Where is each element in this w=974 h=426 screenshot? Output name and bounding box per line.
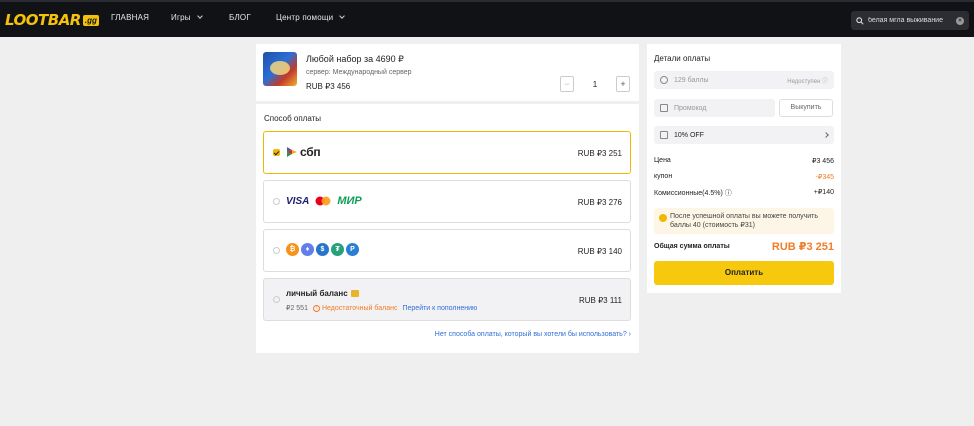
coupon-value: -₽345 <box>815 174 834 181</box>
warning-text: Недостаточный баланс <box>321 304 398 312</box>
balance-label-text: личный баланс <box>286 289 348 298</box>
coupon-label: купон <box>654 173 673 180</box>
crypto-coin-icon: P <box>346 243 359 256</box>
nav-games-label: Игры <box>171 13 191 22</box>
radio-checked-icon <box>273 149 280 156</box>
decrease-button[interactable]: − <box>560 76 574 92</box>
lootbar-logo[interactable]: LOOTBAR .gg <box>5 10 99 30</box>
bitcoin-icon: ₿ <box>286 243 299 256</box>
top-navigation-bar: LOOTBAR .gg ГЛАВНАЯ Игры БЛОГ Центр помо… <box>0 0 974 37</box>
coin-icon <box>659 214 667 222</box>
coupon-selector[interactable]: 10% OFF <box>654 126 834 144</box>
fee-label: Комиссионные(4.5%) ⓘ <box>654 190 732 197</box>
product-title: Любой набор за 4690 ₽ <box>306 54 404 64</box>
nav-blog[interactable]: БЛОГ <box>229 13 251 22</box>
price-value: ₽3 456 <box>812 158 834 165</box>
increase-button[interactable]: + <box>616 76 630 92</box>
chevron-down-icon <box>196 13 203 19</box>
clear-icon[interactable]: × <box>956 16 964 25</box>
sbp-icon <box>287 147 297 157</box>
radio-icon <box>273 247 280 254</box>
coupon-line: купон -₽345 <box>654 173 834 181</box>
promo-placeholder: Промокод <box>674 104 707 112</box>
sbp-text: сбп <box>300 145 321 159</box>
logo-badge: .gg <box>82 14 99 26</box>
other-payment-link[interactable]: Нет способа оплаты, который вы хотели бы… <box>435 331 631 338</box>
points-placeholder: 129 баллы <box>674 76 709 84</box>
quantity-stepper: − 1 + <box>560 76 630 92</box>
balance-info: ₽2 551 ! Недостаточный баланс Перейти к … <box>286 304 477 312</box>
chevron-right-icon <box>823 132 829 138</box>
redeem-button[interactable]: Выкупить <box>779 99 833 117</box>
method-amount: RUB ₽3 276 <box>577 198 622 207</box>
product-server: сервер: Международный сервер <box>306 69 412 76</box>
total-value: RUB ₽3 251 <box>771 241 834 253</box>
points-reward-info: После успешной оплаты вы можете получить… <box>654 208 834 234</box>
ticket-icon <box>660 104 668 112</box>
usdc-icon: $ <box>316 243 329 256</box>
logo-text: LOOTBAR <box>5 11 81 29</box>
payment-section-title: Способ оплаты <box>264 114 322 123</box>
warning-icon: ! <box>312 304 320 312</box>
points-status: Недоступен ⓘ <box>787 78 828 85</box>
nav-home-label: ГЛАВНАЯ <box>111 13 150 22</box>
coupon-icon <box>660 131 668 139</box>
crypto-logos: ₿ ♦ $ ₮ P <box>286 243 359 256</box>
nav-help-label: Центр помощи <box>276 13 334 22</box>
price-label: Цена <box>654 157 671 164</box>
radio-icon <box>273 198 280 205</box>
search-icon <box>856 16 864 25</box>
coupon-text: 10% OFF <box>674 131 704 139</box>
nav-blog-label: БЛОГ <box>229 13 251 22</box>
nav-games[interactable]: Игры <box>171 13 203 22</box>
total-label: Общая сумма оплаты <box>654 243 730 250</box>
total-line: Общая сумма оплаты RUB ₽3 251 <box>654 240 834 253</box>
card-logos: VISA МИР <box>286 195 362 207</box>
payment-method-sbp[interactable]: сбп RUB ₽3 251 <box>263 131 631 174</box>
ethereum-icon: ♦ <box>301 243 314 256</box>
pay-button[interactable]: Оплатить <box>654 261 834 285</box>
nav-home[interactable]: ГЛАВНАЯ <box>111 13 149 22</box>
balance-label: личный баланс <box>286 289 359 298</box>
payment-method-cards[interactable]: VISA МИР RUB ₽3 276 <box>263 180 631 223</box>
topup-link[interactable]: Перейти к пополнению <box>402 305 477 312</box>
mir-logo: МИР <box>337 195 362 207</box>
sbp-logo: сбп <box>286 145 321 159</box>
chevron-down-icon <box>339 13 346 19</box>
points-icon <box>660 76 668 84</box>
search-value: белая мгла выживание <box>868 17 943 24</box>
fee-value: +₽140 <box>813 189 834 196</box>
product-price: RUB ₽3 456 <box>306 82 351 91</box>
payment-method-crypto[interactable]: ₿ ♦ $ ₮ P RUB ₽3 140 <box>263 229 631 272</box>
method-amount: RUB ₽3 140 <box>577 247 622 256</box>
nav-help-center[interactable]: Центр помощи <box>276 13 346 22</box>
method-amount: RUB ₽3 251 <box>577 149 622 158</box>
payment-methods-panel: Способ оплаты сбп RUB ₽3 251 VISA МИР RU… <box>256 104 639 353</box>
tether-icon: ₮ <box>331 243 344 256</box>
method-amount: RUB ₽3 111 <box>578 296 622 305</box>
fee-line: Комиссионные(4.5%) ⓘ +₽140 <box>654 188 834 198</box>
reward-text: После успешной оплаты вы можете получить… <box>670 213 819 229</box>
promo-code-input[interactable]: Промокод <box>654 99 775 117</box>
points-field: 129 баллы Недоступен ⓘ <box>654 71 834 89</box>
price-line: Цена ₽3 456 <box>654 157 834 165</box>
balance-amount: ₽2 551 <box>286 305 308 312</box>
payment-details-panel: Детали оплаты 129 баллы Недоступен ⓘ Про… <box>647 44 841 293</box>
mastercard-icon <box>315 196 331 206</box>
visa-logo: VISA <box>286 195 310 207</box>
quantity-value[interactable]: 1 <box>574 80 616 89</box>
product-panel: Любой набор за 4690 ₽ сервер: Международ… <box>256 44 639 101</box>
search-input[interactable]: белая мгла выживание × <box>851 11 969 30</box>
insufficient-warning: ! Недостаточный баланс <box>312 304 398 312</box>
product-image <box>263 52 297 86</box>
details-title: Детали оплаты <box>654 54 711 63</box>
payment-method-balance: личный баланс ₽2 551 ! Недостаточный бал… <box>263 278 631 321</box>
wallet-icon <box>350 290 359 297</box>
radio-disabled-icon <box>273 296 280 303</box>
